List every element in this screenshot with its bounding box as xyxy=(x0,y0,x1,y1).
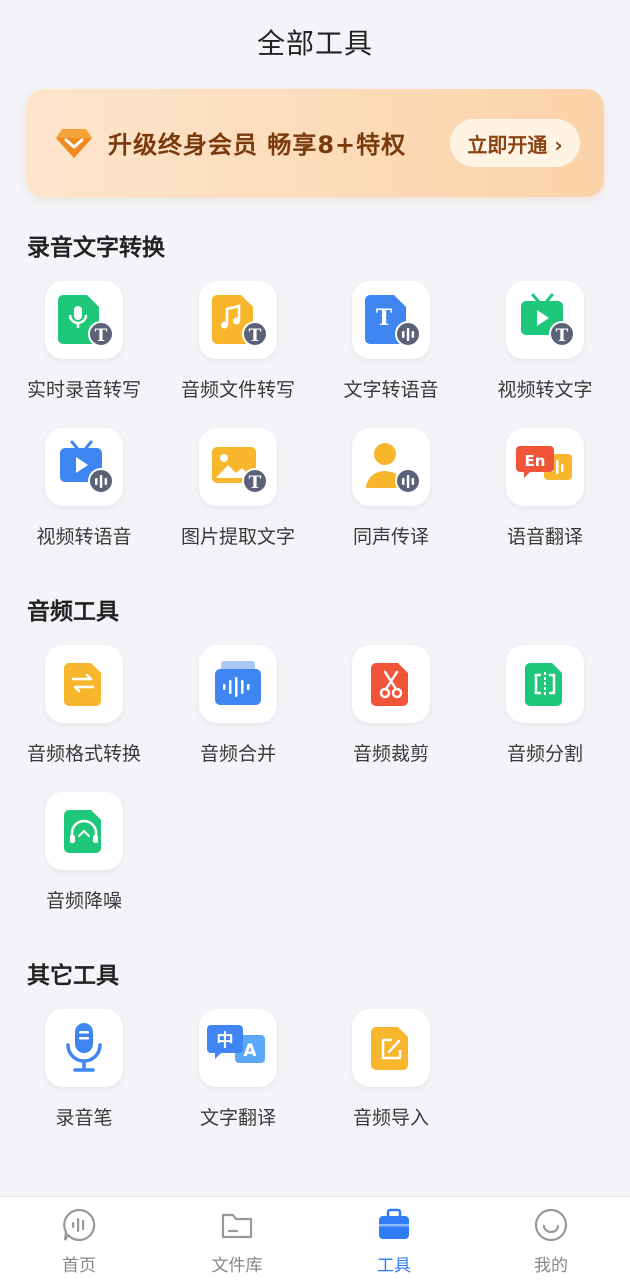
nav-home[interactable]: 首页 xyxy=(0,1197,158,1281)
nav-label: 首页 xyxy=(62,1256,96,1276)
tool-realtime-transcribe[interactable]: T 实时录音转写 xyxy=(7,281,161,421)
tool-image-ocr[interactable]: T 图片提取文字 xyxy=(161,428,315,568)
tool-audio-trim[interactable]: 音频裁剪 xyxy=(314,645,468,785)
split-icon xyxy=(525,663,562,706)
nav-profile[interactable]: 我的 xyxy=(472,1197,630,1281)
video-audio-icon xyxy=(60,440,114,494)
tool-label: 语音翻译 xyxy=(506,526,583,548)
tool-audio-import[interactable]: 音频导入 xyxy=(314,1009,468,1149)
tool-label: 视频转语音 xyxy=(36,526,132,548)
tool-label: 图片提取文字 xyxy=(180,526,295,548)
tool-label: 音频文件转写 xyxy=(180,379,295,401)
tool-label: 音频合并 xyxy=(199,743,276,765)
tool-label: 文字转语音 xyxy=(343,379,439,401)
folder-icon xyxy=(221,1213,253,1239)
image-text-icon: T xyxy=(212,447,268,494)
translate-icon: A 中 xyxy=(207,1025,265,1063)
banner-text: 升级终身会员 畅享8+特权 xyxy=(108,131,407,159)
activate-button[interactable]: 立即开通 › xyxy=(450,119,580,167)
microphone-icon xyxy=(66,1023,102,1072)
tool-label: 视频转文字 xyxy=(497,379,593,401)
import-icon xyxy=(371,1027,408,1070)
vip-banner[interactable]: 升级终身会员 畅享8+特权 立即开通 › xyxy=(26,89,604,197)
video-text-icon: T xyxy=(521,293,575,347)
person-speaking-icon xyxy=(366,443,421,494)
tool-label: 实时录音转写 xyxy=(26,379,141,401)
tool-label: 音频裁剪 xyxy=(352,743,429,765)
tool-text-translate[interactable]: A 中 文字翻译 xyxy=(161,1009,315,1149)
speech-translate-icon: En xyxy=(516,446,572,480)
tool-label: 音频分割 xyxy=(506,743,583,765)
t-glyph: T xyxy=(249,473,262,493)
nav-label: 我的 xyxy=(534,1256,568,1276)
zh-glyph: 中 xyxy=(217,1030,234,1051)
t-glyph: T xyxy=(249,326,262,346)
headphones-icon xyxy=(64,810,101,853)
tool-audio-denoise[interactable]: 音频降噪 xyxy=(7,792,161,932)
bottom-nav: 首页 文件库 工具 我的 xyxy=(0,1196,630,1281)
music-doc-icon: T xyxy=(212,295,268,347)
tool-voice-recorder[interactable]: 录音笔 xyxy=(7,1009,161,1149)
tool-video-to-text[interactable]: T 视频转文字 xyxy=(468,281,622,421)
tool-audio-file-transcribe[interactable]: T 音频文件转写 xyxy=(161,281,315,421)
format-convert-icon xyxy=(64,663,101,706)
t-glyph: T xyxy=(95,326,108,346)
home-waveform-icon xyxy=(63,1208,96,1242)
toolbox-icon xyxy=(379,1208,409,1239)
mic-doc-icon: T xyxy=(58,295,114,347)
tool-label: 音频降噪 xyxy=(45,890,122,912)
text-doc-icon: T xyxy=(365,295,421,347)
section-title-other: 其它工具 xyxy=(27,963,119,989)
tool-label: 文字翻译 xyxy=(199,1107,276,1129)
t-glyph: T xyxy=(376,305,393,331)
tool-text-to-speech[interactable]: T 文字转语音 xyxy=(314,281,468,421)
tool-simultaneous-interpret[interactable]: 同声传译 xyxy=(314,428,468,568)
en-glyph: En xyxy=(525,452,546,470)
en-glyph: A xyxy=(243,1041,257,1061)
scissors-icon xyxy=(371,663,408,706)
nav-label: 文件库 xyxy=(211,1256,263,1276)
section-title-audio: 音频工具 xyxy=(27,599,119,625)
nav-label: 工具 xyxy=(377,1256,411,1276)
t-glyph: T xyxy=(556,326,569,346)
nav-files[interactable]: 文件库 xyxy=(158,1197,316,1281)
tool-video-to-speech[interactable]: 视频转语音 xyxy=(7,428,161,568)
tool-audio-split[interactable]: 音频分割 xyxy=(468,645,622,785)
page-title: 全部工具 xyxy=(256,27,373,60)
audio-merge-icon xyxy=(215,661,261,705)
tool-label: 同声传译 xyxy=(352,526,429,548)
tool-audio-format-convert[interactable]: 音频格式转换 xyxy=(7,645,161,785)
diamond-icon xyxy=(56,129,92,158)
tool-audio-merge[interactable]: 音频合并 xyxy=(161,645,315,785)
nav-tools[interactable]: 工具 xyxy=(315,1197,473,1281)
tool-label: 音频导入 xyxy=(352,1107,429,1129)
profile-smile-icon xyxy=(534,1208,568,1242)
section-title-transcription: 录音文字转换 xyxy=(27,235,165,261)
tool-speech-translate[interactable]: En 语音翻译 xyxy=(468,428,622,568)
tool-label: 音频格式转换 xyxy=(26,743,141,765)
tool-label: 录音笔 xyxy=(55,1107,113,1129)
